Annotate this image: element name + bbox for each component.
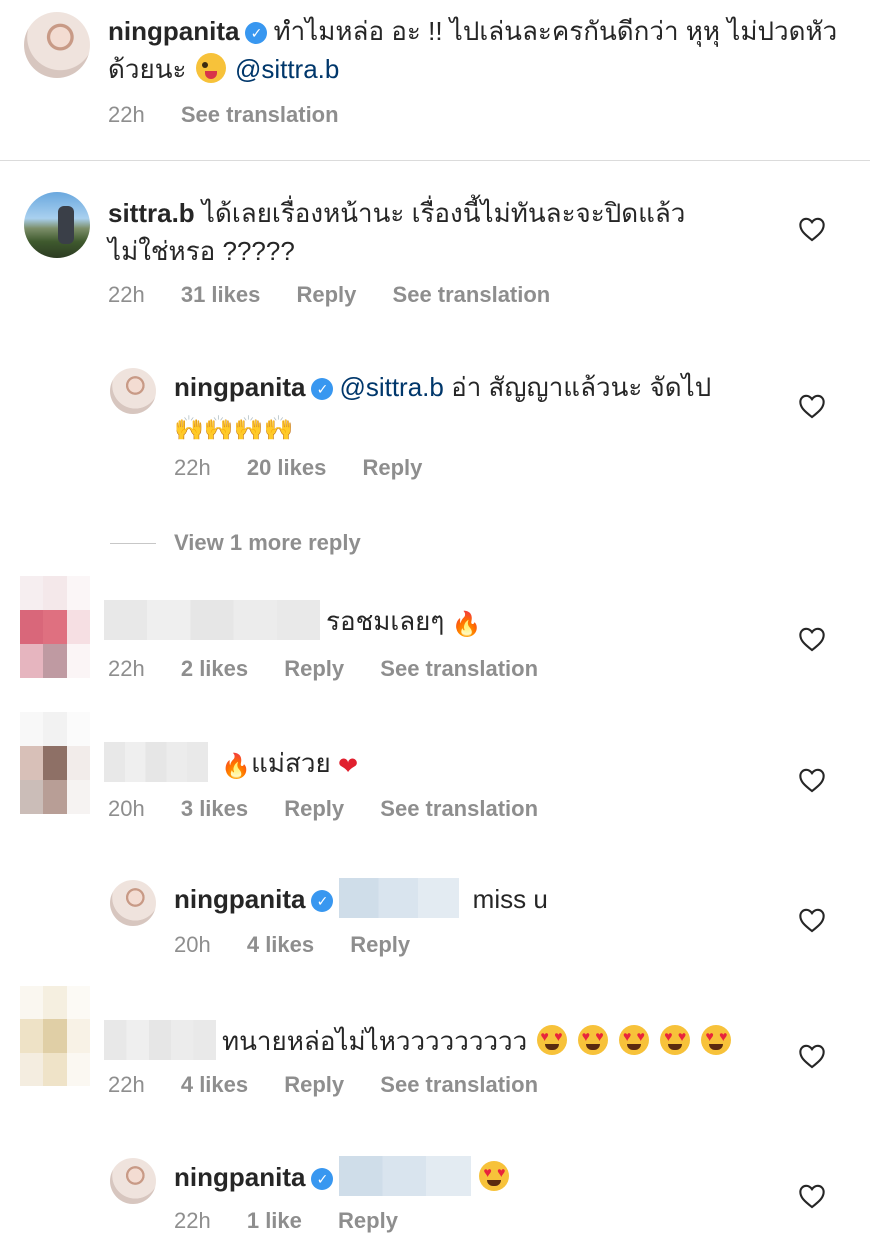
blurred-username[interactable]: [104, 1020, 216, 1060]
blurred-mention[interactable]: [339, 1156, 472, 1196]
comment-text: แม่สวย: [251, 748, 331, 778]
likes-count[interactable]: 31 likes: [181, 282, 261, 307]
mention-link[interactable]: @sittra.b: [235, 54, 339, 84]
divider: [0, 160, 870, 161]
comment-body: sittra.b ได้เลยเรื่องหน้านะ เรื่องนี้ไม่…: [108, 194, 748, 270]
reply-button[interactable]: Reply: [338, 1208, 398, 1233]
timestamp[interactable]: 22h: [174, 1208, 211, 1233]
username[interactable]: ningpanita: [108, 16, 239, 46]
blurred-username[interactable]: [104, 600, 320, 640]
username[interactable]: ningpanita: [174, 1162, 305, 1192]
username[interactable]: ningpanita: [174, 372, 305, 402]
heart-eyes-emoji-icon: [577, 1025, 608, 1055]
avatar[interactable]: [20, 986, 90, 1086]
reply-button[interactable]: Reply: [362, 455, 422, 480]
heart-eyes-emoji-icon: [660, 1025, 691, 1055]
like-heart-icon[interactable]: [798, 907, 826, 933]
avatar[interactable]: [20, 576, 90, 678]
see-translation-link[interactable]: See translation: [380, 656, 538, 681]
likes-count[interactable]: 20 likes: [247, 455, 327, 480]
comment-meta: 20h 3 likes Reply See translation: [108, 796, 568, 822]
timestamp[interactable]: 22h: [108, 102, 145, 127]
timestamp[interactable]: 22h: [108, 1072, 145, 1097]
red-heart-emoji-icon: ❤: [337, 753, 359, 780]
comment-body: ningpanita ✓ @sittra.b อ่า สัญญาแล้วนะ จัด…: [174, 368, 774, 444]
verified-badge-icon: ✓: [311, 378, 334, 400]
fire-emoji-icon: 🔥: [451, 611, 482, 638]
verified-badge-icon: ✓: [311, 890, 334, 912]
blurred-mention[interactable]: [339, 878, 460, 918]
heart-eyes-emoji-icon: [618, 1025, 649, 1055]
caption-meta: 22h See translation: [108, 102, 369, 128]
see-translation-link[interactable]: See translation: [181, 102, 339, 127]
avatar[interactable]: [110, 1158, 156, 1204]
view-more-label: View 1 more reply: [174, 530, 361, 555]
avatar[interactable]: [20, 712, 90, 814]
reply-button[interactable]: Reply: [284, 796, 344, 821]
like-heart-icon[interactable]: [798, 1183, 826, 1209]
likes-count[interactable]: 4 likes: [181, 1072, 248, 1097]
like-heart-icon[interactable]: [798, 216, 826, 242]
comment-meta: 22h 2 likes Reply See translation: [108, 656, 568, 682]
reply-button[interactable]: Reply: [296, 282, 356, 307]
comment-text: รอชมเลยๆ: [326, 606, 445, 636]
comment-body: ningpanita ✓: [174, 1156, 774, 1196]
heart-eyes-emoji-icon: [479, 1161, 510, 1191]
see-translation-link[interactable]: See translation: [393, 282, 551, 307]
comment-meta: 22h 4 likes Reply See translation: [108, 1072, 568, 1098]
comment-text: อ่า สัญญาแล้วนะ จัดไป: [451, 372, 712, 402]
like-heart-icon[interactable]: [798, 1043, 826, 1069]
comment-meta: 22h 20 likes Reply: [174, 455, 452, 481]
avatar[interactable]: [110, 880, 156, 926]
divider-line: [110, 543, 156, 544]
verified-badge-icon: ✓: [245, 22, 268, 44]
like-heart-icon[interactable]: [798, 767, 826, 793]
avatar[interactable]: [24, 12, 90, 78]
timestamp[interactable]: 20h: [108, 796, 145, 821]
comment-text: ทนายหล่อไม่ไหววววววววว: [222, 1026, 528, 1056]
blurred-username[interactable]: [104, 742, 208, 782]
caption-comment: ningpanita ✓ ทำไมหล่อ อะ !! ไปเล่นละครกันด…: [0, 0, 870, 160]
timestamp[interactable]: 22h: [174, 455, 211, 480]
fire-emoji-icon: 🔥: [221, 753, 252, 780]
comment-meta: 22h 1 like Reply: [174, 1208, 428, 1234]
comment-body: ningpanita ✓ miss u: [174, 878, 774, 918]
username[interactable]: ningpanita: [174, 884, 305, 914]
comment-meta: 22h 31 likes Reply See translation: [108, 282, 580, 308]
timestamp[interactable]: 22h: [108, 282, 145, 307]
reply-button[interactable]: Reply: [350, 932, 410, 957]
verified-badge-icon: ✓: [311, 1168, 334, 1190]
comment-text: miss u: [472, 884, 548, 914]
caption-body: ningpanita ✓ ทำไมหล่อ อะ !! ไปเล่นละครกันด…: [108, 12, 848, 88]
comment-body: ทนายหล่อไม่ไหววววววววว: [104, 1020, 804, 1060]
likes-count[interactable]: 3 likes: [181, 796, 248, 821]
see-translation-link[interactable]: See translation: [380, 796, 538, 821]
like-heart-icon[interactable]: [798, 393, 826, 419]
timestamp[interactable]: 22h: [108, 656, 145, 681]
avatar[interactable]: [24, 192, 90, 258]
see-translation-link[interactable]: See translation: [380, 1072, 538, 1097]
raising-hands-emoji-icon: 🙌🙌🙌🙌: [174, 415, 294, 442]
mention-link[interactable]: @sittra.b: [339, 372, 443, 402]
view-more-replies-button[interactable]: View 1 more reply: [110, 530, 361, 556]
heart-eyes-emoji-icon: [536, 1025, 567, 1055]
likes-count[interactable]: 4 likes: [247, 932, 314, 957]
likes-count[interactable]: 1 like: [247, 1208, 302, 1233]
timestamp[interactable]: 20h: [174, 932, 211, 957]
comment-body: 🔥แม่สวย ❤: [104, 742, 764, 782]
comment-text: ได้เลยเรื่องหน้านะ เรื่องนี้ไม่ทันละจะปิ…: [108, 198, 686, 266]
reply-button[interactable]: Reply: [284, 656, 344, 681]
comment-meta: 20h 4 likes Reply: [174, 932, 440, 958]
like-heart-icon[interactable]: [798, 626, 826, 652]
reply-button[interactable]: Reply: [284, 1072, 344, 1097]
comment-body: รอชมเลยๆ 🔥: [104, 600, 764, 640]
avatar[interactable]: [110, 368, 156, 414]
username[interactable]: sittra.b: [108, 198, 195, 228]
winking-face-emoji-icon: [195, 53, 226, 83]
heart-eyes-emoji-icon: [701, 1025, 732, 1055]
likes-count[interactable]: 2 likes: [181, 656, 248, 681]
